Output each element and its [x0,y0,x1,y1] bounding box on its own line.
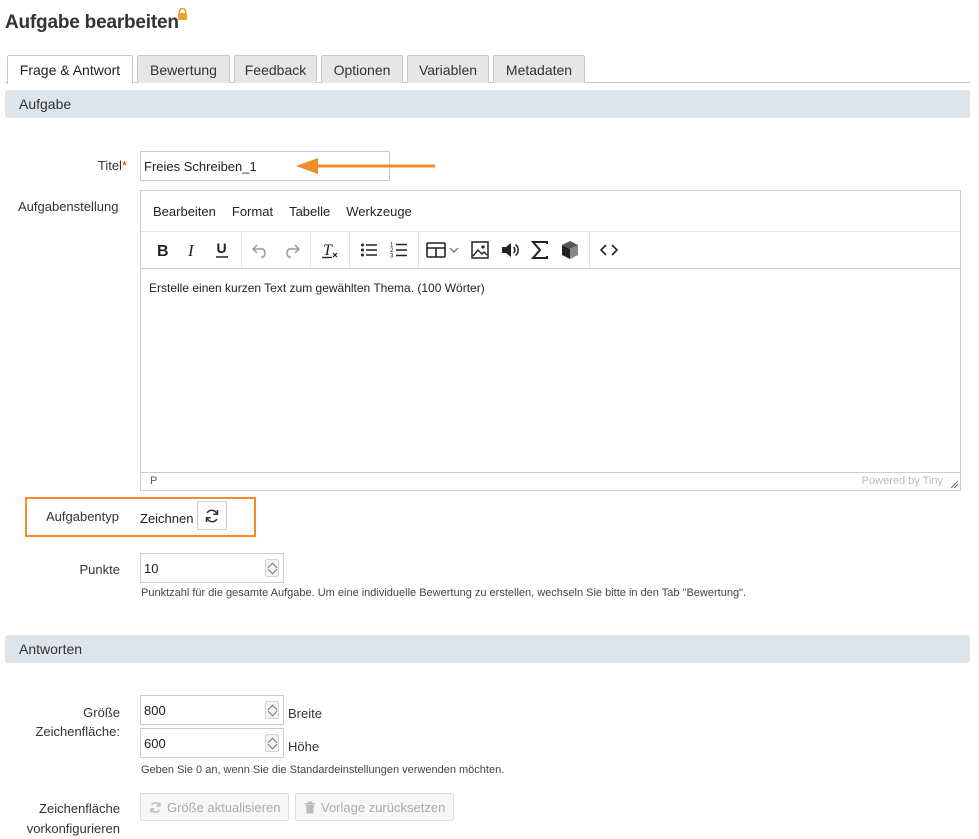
redo-icon[interactable] [276,235,306,265]
groesse-label-line1: Größe [83,705,120,720]
powered-by-tiny[interactable]: Powered by Tiny [862,475,943,487]
punkte-input[interactable]: 10 [140,553,284,583]
bullet-list-icon[interactable] [354,235,384,265]
section-header-aufgabe: Aufgabe [5,90,970,118]
tab-bar: Frage & Antwort Bewertung Feedback Optio… [5,55,970,84]
trash-icon [305,801,315,813]
number-spinner-icon[interactable] [265,559,279,577]
hoehe-label: Höhe [288,739,320,754]
image-icon[interactable] [465,235,495,265]
numbered-list-icon[interactable]: 123 [384,235,414,265]
groesse-hint: Geben Sie 0 an, wenn Sie die Standardein… [141,764,505,776]
breite-input[interactable]: 800 [140,695,284,725]
menu-format[interactable]: Format [232,204,273,219]
punkte-value: 10 [144,560,159,576]
page-title: Aufgabe bearbeiten [5,12,179,33]
tab-variablen[interactable]: Variablen [407,55,489,83]
undo-icon[interactable] [246,235,276,265]
number-spinner-icon[interactable] [265,701,279,719]
refresh-icon [150,801,161,813]
vorkonfig-label: Zeichenfläche vorkonfigurieren [10,799,120,839]
vorkonfig-label-line2: vorkonfigurieren [26,821,120,836]
table-icon[interactable] [423,235,465,265]
aufgabenstellung-label: Aufgabenstellung [18,199,119,214]
formula-sigma-icon[interactable] [525,235,555,265]
svg-text:3: 3 [390,254,394,260]
aufgabentyp-value: Zeichnen [140,511,194,526]
italic-icon[interactable]: I [177,235,207,265]
punkte-label: Punkte [79,562,120,577]
vorkonfig-label-line1: Zeichenfläche [39,801,120,816]
hoehe-input[interactable]: 600 [140,728,284,758]
svg-text:I: I [187,242,195,258]
tab-frage-antwort[interactable]: Frage & Antwort [7,55,133,84]
menu-tabelle[interactable]: Tabelle [289,204,330,219]
refresh-icon [205,509,219,522]
rich-text-editor: Bearbeiten Format Tabelle Werkzeuge B I … [140,190,961,491]
bold-icon[interactable]: B [147,235,177,265]
lock-icon [178,8,187,20]
editor-menubar: Bearbeiten Format Tabelle Werkzeuge [141,191,960,231]
arrow-annotation-icon [296,158,435,174]
section-header-antworten: Antworten [5,635,970,663]
svg-text:U: U [217,241,227,256]
groesse-aktualisieren-button[interactable]: Größe aktualisieren [140,793,290,821]
menu-werkzeuge[interactable]: Werkzeuge [346,204,412,219]
vorlage-zuruecksetzen-button[interactable]: Vorlage zurücksetzen [295,793,455,821]
number-spinner-icon[interactable] [265,734,279,752]
punkte-hint: Punktzahl für die gesamte Aufgabe. Um ei… [141,587,747,599]
tab-metadaten[interactable]: Metadaten [493,55,585,83]
aufgabentyp-label: Aufgabentyp [46,509,120,524]
groesse-label: Größe Zeichenfläche: [10,703,120,741]
3d-object-icon[interactable] [555,235,585,265]
svg-text:B: B [157,243,169,258]
hoehe-value: 600 [144,735,166,751]
resize-handle-icon[interactable] [950,480,958,488]
svg-text:T: T [323,242,333,259]
breite-label: Breite [288,706,322,721]
tab-feedback[interactable]: Feedback [234,55,317,83]
required-marker: * [121,158,127,173]
tab-bewertung[interactable]: Bewertung [137,55,230,83]
menu-bearbeiten[interactable]: Bearbeiten [153,204,216,219]
titel-label: Titel* [20,158,127,173]
source-code-icon[interactable] [594,235,624,265]
editor-content[interactable]: Erstelle einen kurzen Text zum gewählten… [149,281,485,295]
tab-optionen[interactable]: Optionen [321,55,403,83]
vorlage-zuruecksetzen-label: Vorlage zurücksetzen [321,799,446,815]
groesse-aktualisieren-label: Größe aktualisieren [167,799,281,815]
editor-toolbar: B I U T 123 [141,231,960,269]
clear-formatting-icon[interactable]: T [315,235,345,265]
underline-icon[interactable]: U [207,235,237,265]
change-type-button[interactable] [197,501,227,530]
element-path[interactable]: P [150,475,157,487]
groesse-label-line2: Zeichenfläche: [35,724,120,739]
titel-label-text: Titel [97,158,122,173]
audio-icon[interactable] [495,235,525,265]
editor-statusbar: P Powered by Tiny [141,472,960,490]
breite-value: 800 [144,702,166,718]
